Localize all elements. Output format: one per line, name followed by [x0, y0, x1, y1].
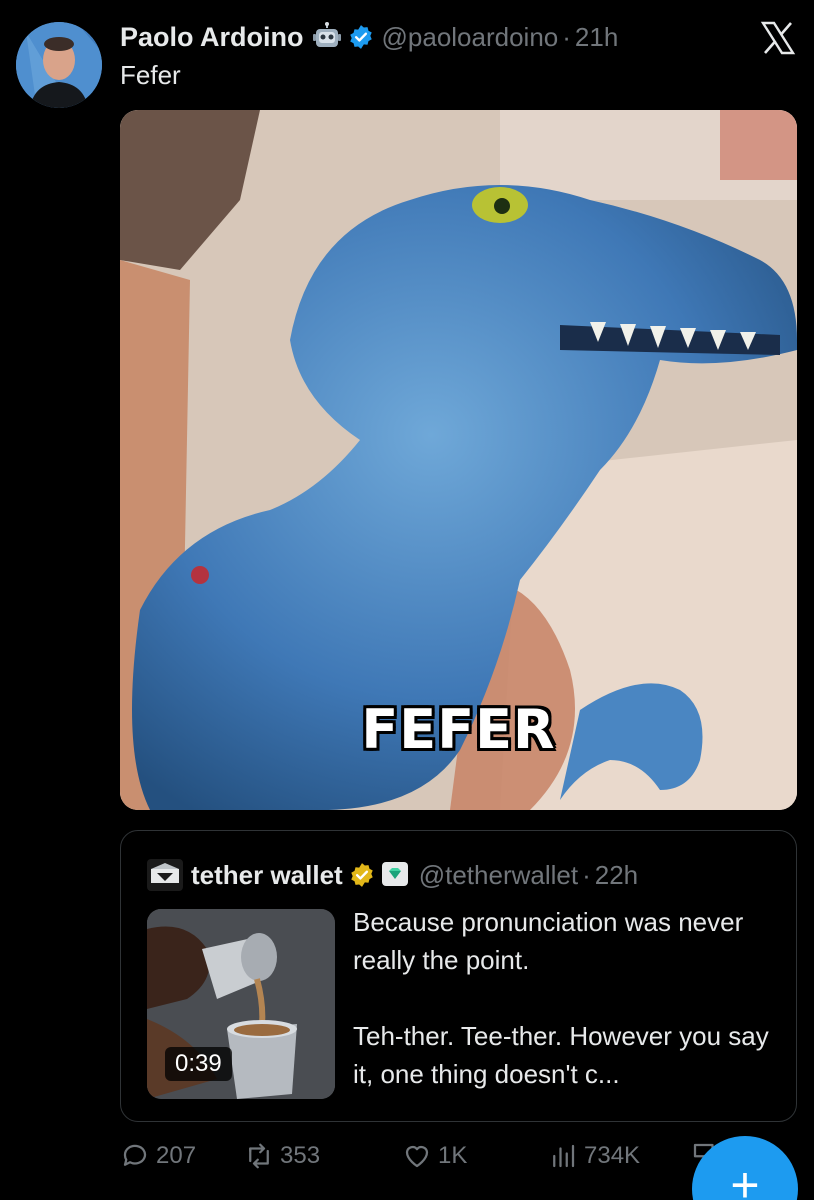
quoted-author-handle[interactable]: @tetherwallet [419, 860, 578, 891]
quoted-author-name[interactable]: tether wallet [191, 860, 343, 891]
media-caption: FEFER [361, 698, 556, 761]
verified-badge-icon [349, 25, 372, 49]
tweet-text: Fefer [120, 60, 181, 90]
separator-dot: · [582, 859, 591, 890]
tweet-media-image[interactable]: FEFER [120, 110, 797, 810]
like-button[interactable]: 1K [402, 1136, 467, 1176]
repost-count: 353 [280, 1142, 321, 1169]
views-chart-icon [553, 1144, 575, 1168]
quoted-video-thumbnail[interactable]: 0:39 [147, 909, 335, 1099]
x-logo-icon[interactable] [760, 20, 796, 56]
views-count: 734K [584, 1142, 641, 1169]
video-duration: 0:39 [165, 1047, 232, 1081]
author-handle[interactable]: @paoloardoino [382, 22, 559, 53]
views-button[interactable]: 734K [548, 1136, 640, 1176]
quoted-text-paragraph: Teh-ther. Tee-ther. However you say it, … [353, 1021, 769, 1089]
quoted-text-paragraph: Because pronunciation was never really t… [353, 907, 744, 975]
quoted-timestamp[interactable]: 22h [595, 860, 638, 891]
affiliate-badge-icon [381, 862, 408, 886]
tether-wallet-avatar-icon[interactable] [147, 859, 183, 891]
timestamp[interactable]: 21h [575, 22, 618, 53]
reply-count: 207 [156, 1142, 197, 1169]
repost-button[interactable]: 353 [244, 1136, 320, 1176]
author-name[interactable]: Paolo Ardoino [120, 22, 304, 53]
quoted-tweet-text: Because pronunciation was never really t… [353, 903, 773, 1093]
heart-icon [405, 1145, 429, 1168]
reply-icon [123, 1144, 147, 1166]
robot-icon [312, 22, 341, 47]
like-count: 1K [438, 1142, 468, 1169]
quoted-tweet-header: tether wallet @tetherwallet · 22h [147, 857, 638, 893]
quoted-tweet[interactable]: tether wallet @tetherwallet · 22h 0:39 B… [120, 830, 797, 1122]
separator-dot: · [562, 21, 571, 52]
repost-icon [249, 1143, 269, 1169]
reply-button[interactable]: 207 [120, 1136, 196, 1176]
tweet-header: Paolo Ardoino @paoloardoino · 21h [120, 18, 618, 56]
author-avatar[interactable] [16, 22, 102, 108]
plus-icon: + [730, 1157, 760, 1200]
gold-verified-badge-icon [350, 863, 373, 887]
